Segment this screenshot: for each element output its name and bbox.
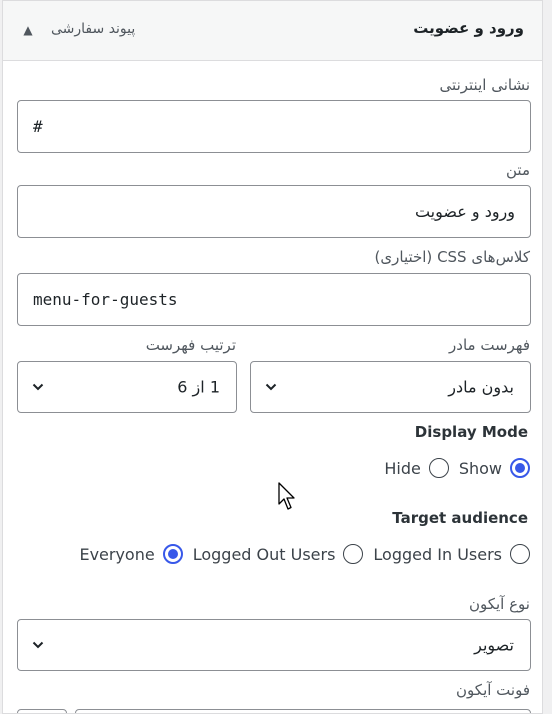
icon-font-preview[interactable] <box>17 709 67 713</box>
chevron-down-icon <box>265 383 277 391</box>
display-mode-options: Hide Show <box>384 458 540 478</box>
radio-logged-in[interactable] <box>510 544 530 564</box>
radio-label-logged-in: Logged In Users <box>373 544 502 564</box>
icon-type-select[interactable]: تصویر <box>17 619 531 671</box>
icon-type-value: تصویر <box>474 635 514 655</box>
menu-item-title: ورود و عضویت <box>413 19 524 37</box>
radio-label-show: Show <box>458 458 502 478</box>
url-value: # <box>33 117 43 136</box>
text-value: ورود و عضویت <box>414 202 515 221</box>
url-label: نشانی اینترنتی <box>439 76 530 94</box>
url-input[interactable]: # <box>17 100 531 153</box>
parent-menu-label: فهرست مادر <box>449 336 530 354</box>
parent-menu-value: بدون مادر <box>448 377 514 397</box>
menu-order-value: 1 از 6 <box>177 377 220 397</box>
menu-item-panel: ورود و عضویت پیوند سفارشی ▲ نشانی اینترن… <box>2 0 543 714</box>
text-input[interactable]: ورود و عضویت <box>17 185 531 238</box>
radio-everyone[interactable] <box>162 544 183 564</box>
triangle-up-icon[interactable]: ▲ <box>17 19 39 41</box>
radio-logged-out[interactable] <box>343 544 364 564</box>
target-audience-label: Target audience <box>392 509 528 527</box>
target-audience-options: Everyone Logged Out Users Logged In User… <box>79 544 540 564</box>
radio-label-logged-out: Logged Out Users <box>192 544 336 564</box>
menu-item-type: پیوند سفارشی <box>51 21 136 37</box>
radio-hide[interactable] <box>428 458 449 478</box>
icon-type-label: نوع آیکون <box>468 595 530 613</box>
radio-label-hide: Hide <box>384 458 421 478</box>
radio-show[interactable] <box>510 458 530 478</box>
chevron-down-icon <box>32 641 44 649</box>
css-classes-input[interactable]: menu-for-guests <box>17 273 531 326</box>
radio-label-everyone: Everyone <box>79 544 155 564</box>
icon-font-input[interactable] <box>75 709 531 713</box>
menu-item-header[interactable]: ورود و عضویت پیوند سفارشی ▲ <box>3 1 542 61</box>
chevron-down-icon <box>32 383 44 391</box>
display-mode-label: Display Mode <box>414 423 528 441</box>
mouse-cursor-icon <box>278 482 295 510</box>
menu-order-label: ترتیب فهرست <box>145 336 236 354</box>
menu-order-select[interactable]: 1 از 6 <box>17 361 237 413</box>
icon-font-label: فونت آیکون <box>456 681 530 699</box>
text-label: متن <box>506 161 530 179</box>
parent-menu-select[interactable]: بدون مادر <box>250 361 531 413</box>
css-classes-label: کلاس‌های CSS (اختیاری) <box>374 248 530 266</box>
css-classes-value: menu-for-guests <box>33 290 178 309</box>
